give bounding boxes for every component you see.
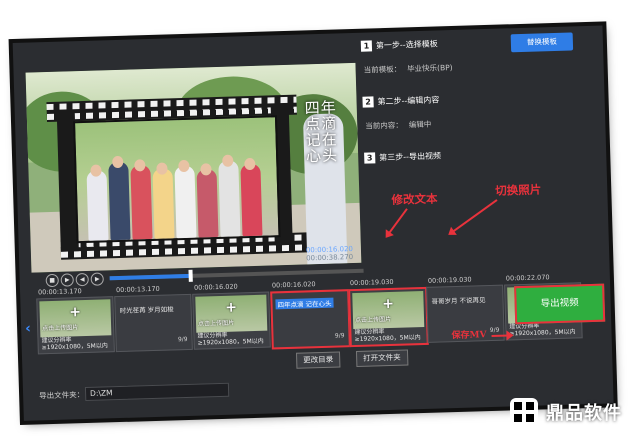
- clip-char-count: 9/9: [489, 326, 500, 335]
- play-icon: ▶: [64, 276, 70, 284]
- screenshot-canvas: 四年点滴 记在心头 00:00:16.020 00:00:38.270 ■ ▶ …: [0, 0, 640, 445]
- clip-text: 时光荏苒 岁月如梭: [119, 305, 174, 315]
- add-photo-icon[interactable]: +: [37, 303, 112, 321]
- next-button[interactable]: ▶: [90, 272, 104, 286]
- prev-icon: ◀: [79, 276, 85, 284]
- video-preview[interactable]: 四年点滴 记在心头 00:00:16.020 00:00:38.270: [25, 62, 362, 273]
- step-1-title: 1 第一步--选择模板: [360, 38, 438, 52]
- step-3-label: 第三步--导出视频: [379, 151, 442, 163]
- person: [86, 170, 109, 241]
- replace-template-button[interactable]: 替换模板: [510, 32, 574, 53]
- step-2-number: 2: [362, 96, 374, 108]
- timeline[interactable]: 00:00:13.170 00:00:13.170 00:00:16.020 0…: [25, 272, 594, 357]
- person: [152, 168, 175, 239]
- change-directory-button[interactable]: 更改目录: [295, 351, 341, 369]
- person: [218, 160, 241, 237]
- annotation-edit-text: 修改文本: [391, 191, 438, 207]
- person: [108, 161, 131, 241]
- step-2-title: 2 第二步--编辑内容: [362, 94, 440, 108]
- clip-text: 哥哥岁月 不说再见: [431, 296, 486, 306]
- open-folder-button[interactable]: 打开文件夹: [355, 349, 408, 367]
- person: [130, 165, 153, 240]
- timeline-text-clip[interactable]: 时光荏苒 岁月如梭 9/9: [114, 293, 193, 353]
- timeline-tick: 00:00:16.020: [271, 280, 316, 290]
- step-3-number: 3: [364, 152, 376, 164]
- add-photo-icon[interactable]: +: [193, 299, 268, 317]
- add-photo-icon[interactable]: +: [350, 295, 425, 313]
- arrow-to-text-clip: [386, 208, 408, 237]
- app-window: 四年点滴 记在心头 00:00:16.020 00:00:38.270 ■ ▶ …: [12, 25, 614, 421]
- current-content-value: 编辑中: [408, 119, 432, 130]
- timeline-tick: 00:00:16.020: [193, 282, 238, 292]
- steps-panel: 1 第一步--选择模板 当前模板： 毕业快乐(BP) 替换模板 2 第二步--编辑内容…: [360, 26, 610, 263]
- step-2-label: 第二步--编辑内容: [377, 95, 440, 107]
- current-template-value: 毕业快乐(BP): [406, 63, 453, 74]
- timeline-image-clip[interactable]: + 点击上传图片 建议分辨率≥1920x1080，5M以内: [192, 291, 271, 350]
- brand-logo-icon: [508, 396, 540, 428]
- step-1-number: 1: [360, 40, 373, 52]
- timeline-text-clip-selected[interactable]: 四年点滴 记在心头 9/9: [270, 289, 351, 350]
- clip-char-count: 9/9: [177, 335, 188, 344]
- clip-caption: 建议分辨率≥1920x1080，5M以内: [197, 331, 264, 347]
- progress-knob[interactable]: [188, 269, 193, 282]
- current-content: 当前内容： 编辑中: [365, 119, 431, 132]
- stop-button[interactable]: ■: [45, 273, 59, 288]
- group-photo: [73, 115, 281, 244]
- clip-upload-hint: 点击上传图片: [197, 319, 235, 328]
- current-template: 当前模板： 毕业快乐(BP): [363, 62, 452, 76]
- stop-icon: ■: [49, 276, 56, 285]
- timeline-tick: 00:00:13.170: [115, 284, 160, 295]
- timeline-tick: 00:00:22.070: [505, 273, 550, 283]
- timeline-tick: 00:00:19.030: [427, 275, 472, 285]
- clip-caption: 建议分辨率≥1920x1080，5M以内: [354, 328, 421, 344]
- brand-logo-svg: [510, 398, 538, 426]
- step-3-title: 3 第三步--导出视频: [364, 150, 442, 164]
- person: [174, 165, 197, 239]
- timeline-tick: 00:00:13.170: [37, 287, 82, 297]
- timeline-image-clip[interactable]: + 点击上传图片 建议分辨率≥1920x1080，5M以内: [36, 296, 115, 355]
- next-icon: ▶: [94, 275, 100, 283]
- preview-time-total: 00:00:38.270: [306, 253, 354, 263]
- progress-fill: [109, 273, 191, 281]
- person: [196, 169, 219, 238]
- clip-text-editing[interactable]: 四年点滴 记在心头: [275, 297, 334, 310]
- clip-upload-hint: 点击上传图片: [354, 315, 392, 325]
- person: [240, 163, 263, 237]
- prev-button[interactable]: ◀: [75, 272, 89, 287]
- timeline-prev-arrow[interactable]: ‹: [25, 321, 31, 337]
- playback-progress[interactable]: [109, 268, 364, 282]
- play-button[interactable]: ▶: [60, 273, 74, 287]
- timeline-tick: 00:00:19.030: [349, 277, 394, 288]
- step-1-label: 第一步--选择模板: [375, 39, 438, 51]
- timeline-image-clip-highlighted[interactable]: + 点击上传图片 建议分辨率≥1920x1080，5M以内: [348, 286, 429, 348]
- current-template-label: 当前模板：: [363, 64, 402, 75]
- watermark-logo: 鼎品软件: [508, 396, 622, 428]
- arrow-to-export: [491, 334, 512, 337]
- export-folder-label: 导出文件夹：: [39, 390, 85, 401]
- annotation-switch-photo: 切换照片: [495, 182, 542, 198]
- preview-vertical-text: 四年点滴 记在心头: [304, 98, 339, 166]
- current-content-label: 当前内容：: [365, 120, 403, 131]
- annotation-save-mv: 保存MV: [451, 330, 487, 342]
- watermark-text: 鼎品软件: [546, 403, 622, 424]
- clip-caption: 建议分辨率≥1920x1080，5M以内: [41, 336, 108, 352]
- export-video-button[interactable]: 导出视频: [514, 283, 606, 325]
- clip-char-count: 9/9: [334, 332, 345, 340]
- export-folder-path[interactable]: D:\ZM: [84, 382, 230, 402]
- arrow-to-photo-clip: [449, 199, 498, 235]
- clip-upload-hint: 点击上传图片: [42, 324, 79, 333]
